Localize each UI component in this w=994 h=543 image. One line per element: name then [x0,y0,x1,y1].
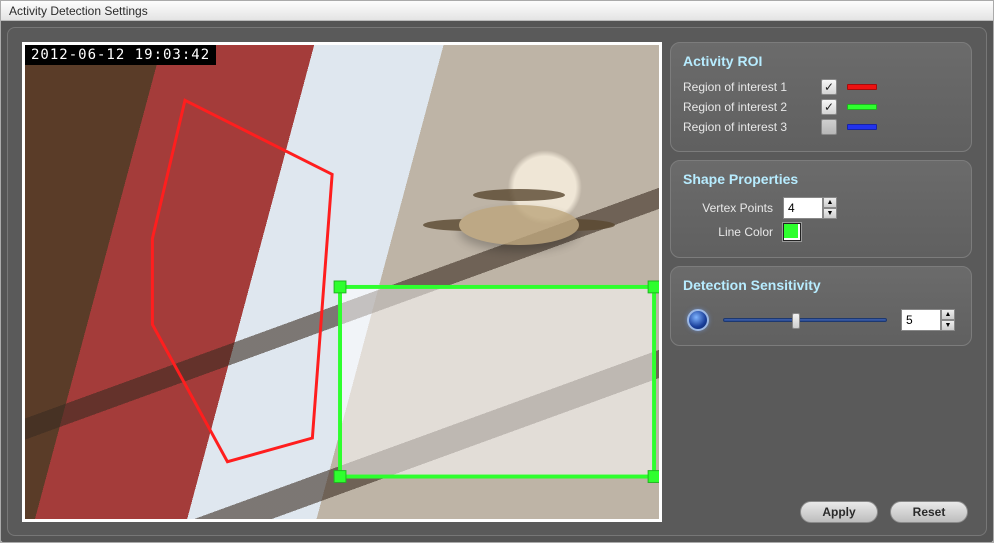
sensitivity-spinner: ▲ ▼ [901,309,955,331]
shape-properties-group: Shape Properties Vertex Points ▲ ▼ Line [670,160,972,258]
shape-properties-title: Shape Properties [683,171,959,187]
roi-label-2: Region of interest 2 [683,100,811,114]
side-column: Activity ROI Region of interest 1 ✓ Regi… [670,42,972,525]
roi-label-3: Region of interest 3 [683,120,811,134]
sensitivity-slider[interactable] [723,318,887,322]
roi-row-3: Region of interest 3 ✓ [683,119,959,135]
roi-checkbox-2[interactable]: ✓ [821,99,837,115]
roi-color-1 [847,84,877,90]
video-preview[interactable]: 2012-06-12 19:03:42 [22,42,662,522]
vertex-row: Vertex Points ▲ ▼ [683,197,959,219]
vertex-spinner: ▲ ▼ [783,197,837,219]
line-color-picker[interactable] [783,223,801,241]
line-color-row: Line Color [683,223,959,241]
sensitivity-thumb[interactable] [792,313,800,329]
client-area: 2012-06-12 19:03:42 Activity ROI [1,21,993,542]
reset-button[interactable]: Reset [890,501,968,523]
roi-row-1: Region of interest 1 ✓ [683,79,959,95]
sensitivity-up-button[interactable]: ▲ [941,309,955,320]
video-timestamp: 2012-06-12 19:03:42 [25,45,216,65]
sensitivity-input[interactable] [901,309,941,331]
vertex-up-button[interactable]: ▲ [823,197,837,208]
roi-row-2: Region of interest 2 ✓ [683,99,959,115]
sensitivity-row: ▲ ▼ [683,303,959,333]
roi-label-1: Region of interest 1 [683,80,811,94]
vertex-label: Vertex Points [683,201,773,215]
main-panel: 2012-06-12 19:03:42 Activity ROI [7,27,987,536]
detection-sensitivity-title: Detection Sensitivity [683,277,959,293]
sensitivity-down-button[interactable]: ▼ [941,320,955,331]
roi-color-2 [847,104,877,110]
settings-window: Activity Detection Settings 2012-06-12 1… [0,0,994,543]
sensitivity-radio-icon[interactable] [687,309,709,331]
video-ceiling-fan [459,205,579,245]
roi-checkbox-1[interactable]: ✓ [821,79,837,95]
vertex-input[interactable] [783,197,823,219]
activity-roi-group: Activity ROI Region of interest 1 ✓ Regi… [670,42,972,152]
roi-checkbox-3[interactable]: ✓ [821,119,837,135]
detection-sensitivity-group: Detection Sensitivity ▲ ▼ [670,266,972,346]
roi-color-3 [847,124,877,130]
line-color-label: Line Color [683,225,773,239]
footer-buttons: Apply Reset [800,501,968,523]
apply-button[interactable]: Apply [800,501,878,523]
activity-roi-title: Activity ROI [683,53,959,69]
window-title: Activity Detection Settings [1,1,993,21]
vertex-down-button[interactable]: ▼ [823,208,837,219]
video-ceiling-beams [25,45,659,519]
